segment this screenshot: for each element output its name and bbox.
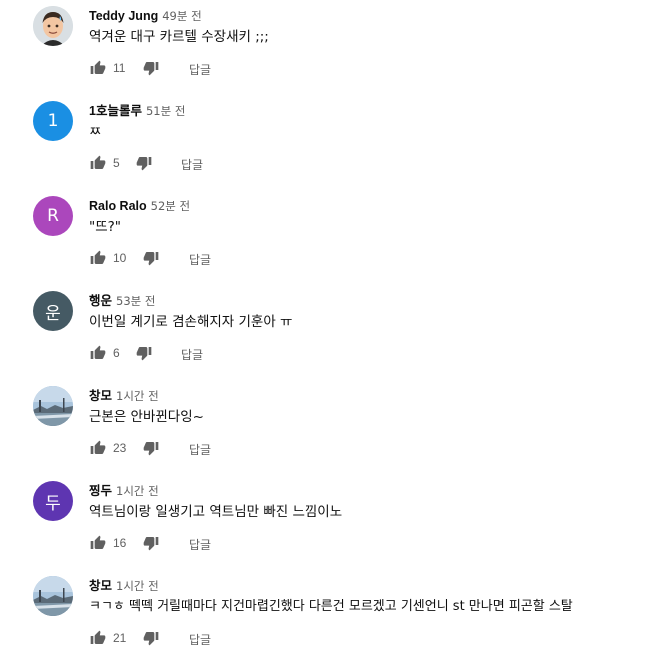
comment-header: Teddy Jung 49분 전 [89,7,202,24]
dislike-button[interactable] [142,629,160,647]
thumbs-down-icon [143,252,159,266]
comment-text: 역겨운 대구 카르텔 수장새키 ;;; [89,29,269,45]
comment-header: Ralo Ralo 52분 전 [89,197,190,214]
like-count: 10 [113,251,127,265]
author-name[interactable]: 창모 [89,579,112,593]
author-name[interactable]: 창모 [89,389,112,403]
avatar-letter: 1 [47,111,59,131]
author-name[interactable]: Ralo Ralo [89,199,147,213]
comment-item: 운 행운 53분 전 이번일 계기로 겸손해지자 기훈아 ㅠ 6 답글 [0,285,650,380]
avatar-letter: 두 [45,493,61,514]
reply-button[interactable]: 답글 [189,61,211,78]
comment-actions: 10 답글 [89,249,389,269]
like-button[interactable] [89,154,107,172]
like-count: 5 [113,156,120,170]
avatar[interactable]: R [33,196,73,236]
thumbs-up-icon [90,155,106,169]
comment-header: 행운 53분 전 [89,292,155,309]
reply-button[interactable]: 답글 [189,251,211,268]
comment-item: 창모 1시간 전 ㅋㄱㅎ 떽떽 거릴때마다 지건마렵긴했다 다른건 모르겠고 기센… [0,570,650,665]
landscape-photo-icon [33,386,73,426]
thumbs-up-icon [90,535,106,549]
thumbs-up-icon [90,440,106,454]
comment-item: Teddy Jung 49분 전 역겨운 대구 카르텔 수장새키 ;;; 11 답… [0,0,650,95]
comment-time[interactable]: 51분 전 [146,104,185,118]
comment-item: R Ralo Ralo 52분 전 "뜨?" 10 답글 [0,190,650,285]
thumbs-down-icon [143,62,159,76]
comment-list: Teddy Jung 49분 전 역겨운 대구 카르텔 수장새키 ;;; 11 답… [0,0,650,647]
author-name[interactable]: 행운 [89,294,112,308]
memoji-icon [33,6,73,46]
dislike-button[interactable] [142,249,160,267]
comment-header: 1호늘롤루 51분 전 [89,102,185,119]
landscape-photo-icon [33,576,73,616]
comment-time[interactable]: 1시간 전 [116,484,159,498]
avatar-letter: 운 [45,303,61,324]
like-button[interactable] [89,249,107,267]
thumbs-down-icon [143,442,159,456]
thumbs-down-icon [143,632,159,646]
comment-time[interactable]: 49분 전 [162,9,201,23]
dislike-button[interactable] [135,154,153,172]
like-button[interactable] [89,629,107,647]
avatar[interactable] [33,6,73,46]
avatar[interactable]: 1 [33,101,73,141]
comment-header: 찡두 1시간 전 [89,482,159,499]
author-name[interactable]: 1호늘롤루 [89,104,142,118]
like-count: 16 [113,536,127,550]
comment-text: 역트님이랑 일생기고 역트님만 빠진 느낌이노 [89,504,343,520]
avatar-letter: R [47,206,59,226]
reply-button[interactable]: 답글 [189,631,211,648]
like-button[interactable] [89,344,107,362]
dislike-button[interactable] [142,534,160,552]
thumbs-up-icon [90,250,106,264]
comment-time[interactable]: 1시간 전 [116,579,159,593]
comment-text: ㅉ [89,124,102,140]
comment-time[interactable]: 1시간 전 [116,389,159,403]
thumbs-down-icon [136,157,152,171]
comment-actions: 23 답글 [89,439,389,459]
like-button[interactable] [89,59,107,77]
comment-time[interactable]: 52분 전 [151,199,190,213]
comment-actions: 16 답글 [89,534,389,554]
like-count: 21 [113,631,127,645]
comment-time[interactable]: 53분 전 [116,294,155,308]
thumbs-up-icon [90,630,106,644]
dislike-button[interactable] [142,439,160,457]
reply-button[interactable]: 답글 [181,156,203,173]
thumbs-down-icon [143,537,159,551]
comment-header: 창모 1시간 전 [89,387,159,404]
thumbs-up-icon [90,345,106,359]
comment-text: "뜨?" [89,219,122,235]
like-count: 6 [113,346,120,360]
like-count: 11 [113,61,126,75]
dislike-button[interactable] [142,59,160,77]
avatar[interactable] [33,576,73,616]
author-name[interactable]: 찡두 [89,484,112,498]
comment-item: 1 1호늘롤루 51분 전 ㅉ 5 답글 [0,95,650,190]
comment-header: 창모 1시간 전 [89,577,159,594]
like-button[interactable] [89,439,107,457]
comment-actions: 5 답글 [89,154,389,174]
avatar[interactable]: 운 [33,291,73,331]
comment-text: ㅋㄱㅎ 떽떽 거릴때마다 지건마렵긴했다 다른건 모르겠고 기센언니 st 만나… [89,599,573,614]
like-count: 23 [113,441,127,455]
reply-button[interactable]: 답글 [181,346,203,363]
reply-button[interactable]: 답글 [189,441,211,458]
thumbs-down-icon [136,347,152,361]
thumbs-up-icon [90,60,106,74]
comment-text: 이번일 계기로 겸손해지자 기훈아 ㅠ [89,314,293,330]
comment-actions: 11 답글 [89,59,389,79]
author-name[interactable]: Teddy Jung [89,9,158,23]
avatar[interactable] [33,386,73,426]
comment-actions: 21 답글 [89,629,389,649]
avatar[interactable]: 두 [33,481,73,521]
comment-actions: 6 답글 [89,344,389,364]
like-button[interactable] [89,534,107,552]
comment-item: 두 찡두 1시간 전 역트님이랑 일생기고 역트님만 빠진 느낌이노 16 답글 [0,475,650,570]
comment-text: 근본은 안바뀐다잉~ [89,409,204,425]
dislike-button[interactable] [135,344,153,362]
comment-item: 창모 1시간 전 근본은 안바뀐다잉~ 23 답글 [0,380,650,475]
reply-button[interactable]: 답글 [189,536,211,553]
